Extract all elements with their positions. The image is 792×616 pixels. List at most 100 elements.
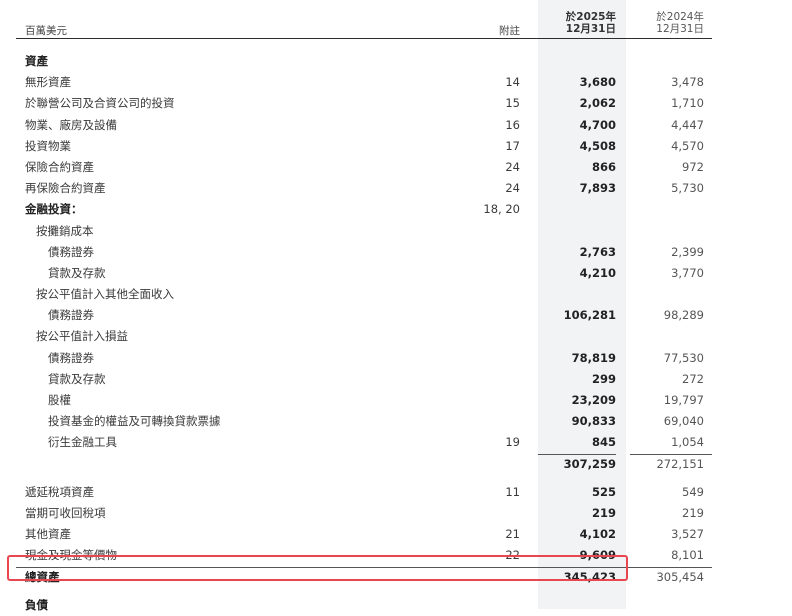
table-row: 現金及現金等價物 22 9,609 8,101 bbox=[0, 545, 792, 566]
liabilities-heading-row: 負債 bbox=[0, 595, 792, 616]
table-row: 債務證券 78,819 77,530 bbox=[0, 348, 792, 369]
row-current-value: 219 bbox=[591, 505, 616, 520]
row-prior-value: 1,054 bbox=[671, 435, 704, 450]
row-current-value: 2,763 bbox=[579, 244, 616, 259]
row-current-value: 106,281 bbox=[563, 308, 616, 323]
row-note: 24 bbox=[505, 159, 520, 174]
subtotal-current: 307,259 bbox=[563, 456, 616, 471]
row-current-value: 9,609 bbox=[579, 548, 616, 563]
row-prior-value: 972 bbox=[682, 159, 704, 174]
row-label: 再保險合約資產 bbox=[25, 181, 106, 196]
total-assets-current: 345,423 bbox=[563, 569, 616, 584]
prior-year-header-line1: 於2024年 bbox=[656, 11, 704, 23]
row-note: 16 bbox=[505, 117, 520, 132]
row-label: 當期可收回稅項 bbox=[25, 505, 106, 520]
table-row: 物業、廠房及設備 16 4,700 4,447 bbox=[0, 115, 792, 136]
row-note: 19 bbox=[505, 435, 520, 450]
row-current-value: 7,893 bbox=[579, 181, 616, 196]
asset-rows-group-a: 資產無形資產 14 3,680 3,478 於聯營公司及合資公司的投資 15 2,062 1,… bbox=[0, 51, 792, 454]
current-year-header-line2: 12月31日 bbox=[565, 23, 616, 35]
balance-sheet-page: 百萬美元 附註 於2025年 12月31日 於2024年 12月31日 資產 無形… bbox=[0, 0, 792, 612]
financial-investments-subtotal-row: 307,259 272,151 bbox=[0, 453, 792, 475]
table-row: 債務證券 106,281 98,289 bbox=[0, 305, 792, 326]
row-current-value: 4,210 bbox=[579, 265, 616, 280]
row-label: 投資基金的權益及可轉換貸款票據 bbox=[48, 414, 221, 429]
row-note: 24 bbox=[505, 181, 520, 196]
total-assets-row: 總資產 345,423 305,454 bbox=[0, 566, 792, 588]
row-spacer bbox=[0, 588, 792, 595]
total-assets-label: 總資產 bbox=[25, 569, 60, 584]
row-prior-value: 272 bbox=[682, 371, 704, 386]
row-prior-value: 69,040 bbox=[663, 414, 704, 429]
table-row: 貸款及存款 299 272 bbox=[0, 369, 792, 390]
current-year-header-line1: 於2025年 bbox=[565, 11, 616, 23]
row-current-value: 4,102 bbox=[579, 527, 616, 542]
row-prior-value: 3,478 bbox=[671, 75, 704, 90]
header-divider bbox=[16, 38, 712, 39]
row-label: 無形資產 bbox=[25, 75, 71, 90]
table-row: 保險合約資產 24 866 972 bbox=[0, 157, 792, 178]
row-current-value: 4,700 bbox=[579, 117, 616, 132]
asset-rows-group-b: 遞延稅項資產 11 525 549 當期可收回稅項 219 219 其他資產 21 4,102 3,… bbox=[0, 482, 792, 567]
assets-table: 資產無形資產 14 3,680 3,478 於聯營公司及合資公司的投資 15 2,062 1,… bbox=[0, 51, 792, 616]
row-note: 14 bbox=[505, 75, 520, 90]
row-current-value: 845 bbox=[591, 435, 616, 450]
table-row: 遞延稅項資產 11 525 549 bbox=[0, 482, 792, 503]
table-row: 再保險合約資產 24 7,893 5,730 bbox=[0, 178, 792, 199]
row-prior-value: 2,399 bbox=[671, 244, 704, 259]
row-current-value: 2,062 bbox=[579, 96, 616, 111]
row-note: 18, 20 bbox=[483, 202, 520, 217]
row-label: 現金及現金等價物 bbox=[25, 548, 117, 563]
row-prior-value: 1,710 bbox=[671, 96, 704, 111]
row-label: 衍生金融工具 bbox=[48, 435, 117, 450]
row-label: 遞延稅項資產 bbox=[25, 484, 94, 499]
table-row: 按公平值計入其他全面收入 bbox=[0, 284, 792, 305]
row-label: 資產 bbox=[25, 54, 48, 68]
subtotal-prior: 272,151 bbox=[656, 456, 704, 471]
row-current-value: 525 bbox=[591, 484, 616, 499]
row-prior-value: 19,797 bbox=[663, 393, 704, 407]
total-assets-prior: 305,454 bbox=[656, 569, 704, 584]
table-row: 於聯營公司及合資公司的投資 15 2,062 1,710 bbox=[0, 93, 792, 114]
row-prior-value: 5,730 bbox=[671, 181, 704, 196]
table-row: 當期可收回稅項 219 219 bbox=[0, 503, 792, 524]
table-row: 投資物業 17 4,508 4,570 bbox=[0, 136, 792, 157]
row-label: 物業、廠房及設備 bbox=[25, 117, 117, 132]
table-row: 按公平值計入損益 bbox=[0, 326, 792, 347]
row-label: 貸款及存款 bbox=[48, 371, 106, 386]
row-prior-value: 549 bbox=[682, 484, 704, 499]
row-label: 股權 bbox=[48, 393, 71, 407]
row-note: 15 bbox=[505, 96, 520, 111]
row-current-value: 4,508 bbox=[579, 138, 616, 153]
row-current-value: 3,680 bbox=[579, 75, 616, 90]
row-label: 債務證券 bbox=[48, 308, 94, 323]
row-note: 17 bbox=[505, 138, 520, 153]
row-label: 其他資產 bbox=[25, 527, 71, 542]
table-row: 資產 bbox=[0, 51, 792, 72]
table-row: 金融投資： 18, 20 bbox=[0, 199, 792, 220]
prior-year-column-header: 於2024年 12月31日 bbox=[630, 11, 704, 35]
table-row: 投資基金的權益及可轉換貸款票據 90,833 69,040 bbox=[0, 411, 792, 432]
row-label: 金融投資： bbox=[25, 202, 83, 217]
row-label: 債務證券 bbox=[48, 244, 94, 259]
table-row: 衍生金融工具 19 845 1,054 bbox=[0, 432, 792, 453]
table-row: 按攤銷成本 bbox=[0, 221, 792, 242]
row-current-value: 299 bbox=[591, 371, 616, 386]
row-label: 貸款及存款 bbox=[48, 265, 106, 280]
row-note: 11 bbox=[505, 484, 520, 499]
row-prior-value: 3,770 bbox=[671, 265, 704, 280]
prior-year-header-line2: 12月31日 bbox=[656, 23, 704, 35]
row-spacer bbox=[0, 475, 792, 482]
row-prior-value: 4,447 bbox=[671, 117, 704, 132]
table-row: 無形資產 14 3,680 3,478 bbox=[0, 72, 792, 93]
row-label: 投資物業 bbox=[25, 138, 71, 153]
row-current-value: 23,209 bbox=[571, 393, 616, 407]
row-label: 債務證券 bbox=[48, 350, 94, 365]
row-prior-value: 4,570 bbox=[671, 138, 704, 153]
note-column-header: 附註 bbox=[499, 25, 520, 37]
row-label: 按攤銷成本 bbox=[36, 223, 94, 238]
row-note: 21 bbox=[505, 527, 520, 542]
row-prior-value: 3,527 bbox=[671, 527, 704, 542]
row-label: 於聯營公司及合資公司的投資 bbox=[25, 96, 175, 111]
table-row: 債務證券 2,763 2,399 bbox=[0, 242, 792, 263]
